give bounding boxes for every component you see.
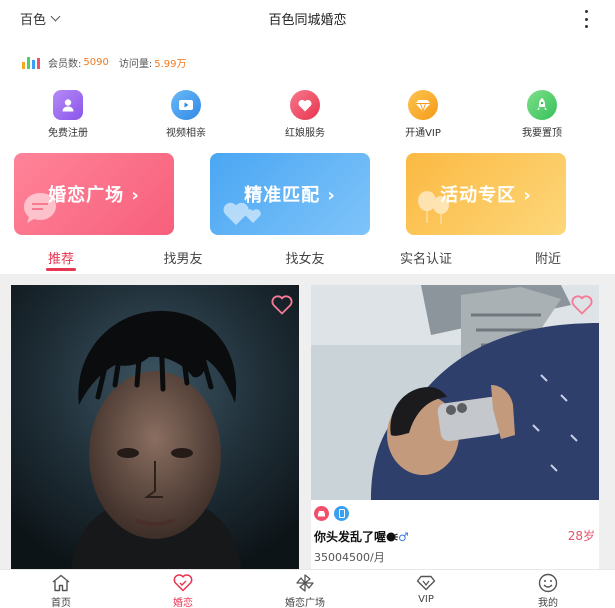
visits-count: 5.99万 <box>154 59 187 70</box>
members-count: 5090 <box>83 57 109 68</box>
tab-find-girlfriend[interactable]: 找女友 <box>285 248 324 267</box>
favorite-heart-icon[interactable] <box>571 295 593 315</box>
quick-menu: 免费注册 视频相亲 红娘服务 开通VIP 我要置顶 <box>0 90 615 140</box>
quick-item-matchmaker[interactable]: 红娘服务 <box>265 90 345 139</box>
profile-photo <box>11 285 299 569</box>
heart-icon <box>290 90 320 120</box>
nav-home[interactable]: 首页 <box>26 573 96 608</box>
chevron-right-icon: › <box>327 185 336 206</box>
quick-item-video[interactable]: 视频相亲 <box>146 90 226 139</box>
app-page: 百色 百色同城婚恋 会员数: 5090 访问量: 5.99万 免费注册 视频相亲 <box>0 0 615 608</box>
quick-item-top[interactable]: 我要置顶 <box>502 90 582 139</box>
profile-name: 你头发乱了喔 ♂ <box>314 528 409 545</box>
quick-item-register[interactable]: 免费注册 <box>28 90 108 139</box>
diamond-icon <box>408 90 438 120</box>
bar-chart-icon <box>22 56 40 69</box>
chevron-right-icon: › <box>523 185 532 206</box>
banner-label: 精准匹配 <box>244 185 321 206</box>
phone-icon <box>334 506 349 521</box>
quick-label: 我要置顶 <box>522 128 562 139</box>
profile-name-text: 你头发乱了喔 <box>314 530 387 544</box>
verification-badges <box>314 506 349 521</box>
profile-card[interactable]: 你头发乱了喔 ♂ 28岁 35004500/月 <box>311 285 599 569</box>
quick-label: 开通VIP <box>405 128 441 139</box>
nav-label: 婚恋广场 <box>285 598 325 608</box>
pinwheel-icon <box>270 573 340 593</box>
male-symbol: ♂ <box>398 530 409 544</box>
nav-marriage-square[interactable]: 婚恋广场 <box>270 573 340 608</box>
filter-tabs: 推荐 找男友 找女友 实名认证 附近 <box>0 248 615 272</box>
top-bar: 百色 百色同城婚恋 <box>0 0 615 36</box>
visits-label: 访问量: <box>118 59 153 70</box>
tab-verified[interactable]: 实名认证 <box>400 248 452 267</box>
profile-income: 35004500/月 <box>314 551 385 564</box>
nav-label: VIP <box>418 594 434 605</box>
banner-precise-match[interactable]: 精准匹配 › <box>210 153 370 235</box>
favorite-heart-icon[interactable] <box>271 295 293 315</box>
quick-label: 免费注册 <box>48 128 88 139</box>
love-icon <box>148 573 218 593</box>
banner-label: 婚恋广场 <box>48 185 125 206</box>
car-icon <box>314 506 329 521</box>
user-icon <box>53 90 83 120</box>
quick-label: 视频相亲 <box>166 128 206 139</box>
profile-photo <box>311 285 599 500</box>
rocket-icon <box>527 90 557 120</box>
diamond-icon <box>391 573 461 593</box>
profile-card[interactable] <box>11 285 299 569</box>
bottom-nav: 首页 婚恋 婚恋广场 VIP 我的 <box>0 569 615 608</box>
profile-age: 28岁 <box>567 529 595 543</box>
banner-marriage-square[interactable]: 婚恋广场 › <box>14 153 174 235</box>
nav-label: 婚恋 <box>173 598 193 608</box>
site-stats: 会员数: 5090 访问量: 5.99万 <box>22 55 196 70</box>
speech-emoji-icon <box>386 532 399 542</box>
quick-label: 红娘服务 <box>285 128 325 139</box>
video-icon <box>171 90 201 120</box>
tab-find-boyfriend[interactable]: 找男友 <box>163 248 202 267</box>
tab-nearby[interactable]: 附近 <box>535 248 561 267</box>
home-icon <box>26 573 96 593</box>
chevron-right-icon: › <box>131 185 140 206</box>
members-label: 会员数: <box>48 59 82 70</box>
banner-events[interactable]: 活动专区 › <box>406 153 566 235</box>
smile-icon <box>513 573 583 593</box>
nav-vip[interactable]: VIP <box>391 573 461 605</box>
banner-label: 活动专区 <box>440 185 517 206</box>
quick-item-vip[interactable]: 开通VIP <box>383 90 463 139</box>
nav-label: 首页 <box>51 598 71 608</box>
page-title: 百色同城婚恋 <box>268 13 347 28</box>
nav-love[interactable]: 婚恋 <box>148 573 218 608</box>
nav-label: 我的 <box>538 598 558 608</box>
more-menu-icon[interactable] <box>585 10 589 28</box>
tab-recommend[interactable]: 推荐 <box>45 248 77 271</box>
nav-profile[interactable]: 我的 <box>513 573 583 608</box>
